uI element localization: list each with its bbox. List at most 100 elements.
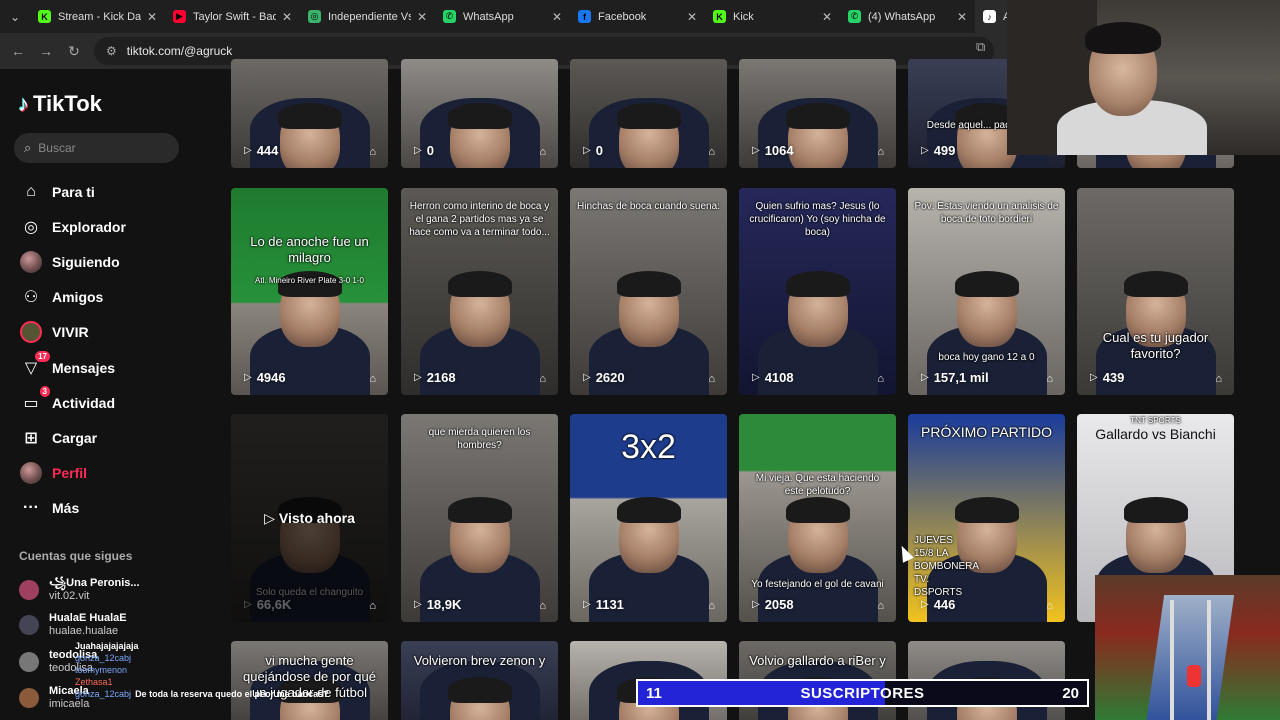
sidebar-item-cargar[interactable]: ⊞ Cargar bbox=[20, 425, 97, 451]
watched-overlay: ▷ Visto ahora bbox=[231, 414, 388, 622]
browser-tab[interactable]: ◎ Independiente Vs ✕ bbox=[300, 0, 435, 33]
following-account[interactable]: HualaE HualaE hualae.hualae bbox=[19, 612, 127, 638]
person-hair bbox=[785, 102, 850, 129]
install-app-icon[interactable]: ⧉ bbox=[976, 39, 985, 55]
browser-tab[interactable]: K Stream - Kick Das ✕ bbox=[30, 0, 165, 33]
video-card[interactable]: ▷ 0 ⌂ bbox=[570, 59, 727, 168]
video-caption: Lo de anoche fue un milagro bbox=[250, 234, 369, 265]
person-hair bbox=[1123, 270, 1188, 297]
play-icon: ▷ bbox=[1090, 372, 1098, 383]
avatar bbox=[20, 251, 42, 273]
close-tab-icon[interactable]: ✕ bbox=[282, 10, 292, 24]
video-card[interactable]: ▷ 444 ⌂ bbox=[231, 59, 388, 168]
close-tab-icon[interactable]: ✕ bbox=[147, 10, 157, 24]
pin-icon: ⌂ bbox=[539, 146, 546, 158]
sidebar-item-label: VIVIR bbox=[52, 324, 89, 340]
close-tab-icon[interactable]: ✕ bbox=[552, 10, 562, 24]
whatsapp-icon: ✆ bbox=[848, 10, 861, 23]
tab-search-chevron-icon[interactable]: ⌄ bbox=[0, 0, 30, 33]
play-icon: ▷ bbox=[921, 145, 929, 156]
video-card[interactable]: PRÓXIMO PARTIDO JUEVES 15/8 LA BOMBONERA … bbox=[908, 414, 1065, 622]
sidebar-item-actividad[interactable]: ▭ 3 Actividad bbox=[20, 386, 115, 416]
sidebar-item-mensajes[interactable]: ▽ 17 Mensajes bbox=[20, 351, 115, 381]
video-caption: Pov: Estas viendo un analisis de boca de… bbox=[914, 201, 1059, 225]
video-caption-secondary: boca hoy gano 12 a 0 bbox=[938, 352, 1035, 363]
video-caption: PRÓXIMO PARTIDO bbox=[921, 424, 1052, 440]
play-icon: ▷ bbox=[921, 599, 929, 610]
pin-icon: ⌂ bbox=[539, 373, 546, 385]
video-card[interactable]: Cual es tu jugador favorito? ▷ 439 ⌂ bbox=[1077, 188, 1234, 395]
sidebar-item-perfil[interactable]: Perfil bbox=[20, 460, 87, 486]
play-icon: ▷ bbox=[752, 145, 760, 156]
search-box[interactable]: ⌕ bbox=[14, 133, 179, 163]
pin-icon: ⌂ bbox=[1215, 373, 1222, 385]
video-card[interactable]: Herron como interino de boca y el gana 2… bbox=[401, 188, 558, 395]
view-count: ▷ 439 bbox=[1090, 370, 1124, 385]
video-card[interactable]: Hinchas de boca cuando suena: ▷ 2620 ⌂ bbox=[570, 188, 727, 395]
video-card[interactable]: Quien sufrio mas? Jesus (lo crucificaron… bbox=[739, 188, 896, 395]
sidebar-item-amigos[interactable]: ⚇ Amigos bbox=[20, 284, 104, 310]
play-icon: ▷ bbox=[414, 599, 422, 610]
back-arrow-icon[interactable]: ← bbox=[4, 43, 32, 59]
more-icon: ··· bbox=[23, 499, 39, 516]
browser-tab[interactable]: ▶ Taylor Swift - Bad ✕ bbox=[165, 0, 300, 33]
sidebar-item-ms[interactable]: ··· Más bbox=[20, 495, 79, 521]
activity-icon: ▭ 3 bbox=[20, 386, 50, 414]
close-tab-icon[interactable]: ✕ bbox=[417, 10, 427, 24]
video-card[interactable]: que mierda quieren los hombres? ▷ 18,9K ⌂ bbox=[401, 414, 558, 622]
video-card[interactable]: Lo de anoche fue un milagro Atl. Mineiro … bbox=[231, 188, 388, 395]
sidebar-item-explorador[interactable]: ◎ Explorador bbox=[20, 214, 126, 240]
view-count: ▷ 499 bbox=[921, 143, 955, 158]
person-hair bbox=[616, 102, 681, 129]
sidebar-item-vivir[interactable]: VIVIR bbox=[20, 319, 89, 345]
chat-message: Juahajajajajaja bbox=[75, 640, 335, 652]
chat-message: gonza_12cabj De toda la reserva quedo el … bbox=[75, 688, 335, 700]
browser-tab[interactable]: f Facebook ✕ bbox=[570, 0, 705, 33]
tiktok-logo[interactable]: ♪ TikTok bbox=[18, 91, 102, 117]
person-hair bbox=[616, 270, 681, 297]
avatar bbox=[19, 688, 39, 708]
subscriber-goal-label: SUSCRIPTORES bbox=[800, 684, 925, 702]
person-hair bbox=[447, 677, 512, 703]
browser-tab[interactable]: K Kick ✕ bbox=[705, 0, 840, 33]
reload-icon[interactable]: ↻ bbox=[60, 43, 88, 60]
browser-tab[interactable]: ✆ (4) WhatsApp ✕ bbox=[840, 0, 975, 33]
tab-title: Stream - Kick Das bbox=[58, 10, 141, 23]
chat-username: gonza_12cabj bbox=[75, 653, 132, 663]
search-input[interactable] bbox=[38, 141, 159, 155]
stream-chat-overlay: Juahajajajajaja gonza_12cabj toomymenon Zet… bbox=[75, 640, 335, 700]
person-hair bbox=[447, 102, 512, 129]
compass-icon: ◎ bbox=[24, 219, 38, 236]
video-caption: Mi vieja: Que esta haciendo este pelotud… bbox=[755, 473, 880, 497]
video-caption: Hinchas de boca cuando suena: bbox=[577, 201, 720, 212]
video-caption: que mierda quieren los hombres? bbox=[428, 427, 531, 451]
pin-icon: ⌂ bbox=[1046, 373, 1053, 385]
video-card[interactable]: Solo queda el changuito▷ Visto ahora▷66,… bbox=[231, 414, 388, 622]
sidebar-item-parati[interactable]: ⌂ Para ti bbox=[20, 179, 95, 205]
sidebar-item-siguiendo[interactable]: Siguiendo bbox=[20, 249, 120, 275]
following-account[interactable]: ꧁Una Peronis... vit.02.vit bbox=[19, 577, 140, 603]
play-icon: ▷ bbox=[244, 599, 252, 610]
video-card[interactable]: Volvieron brev zenon y bbox=[401, 641, 558, 720]
view-count: ▷ 444 bbox=[244, 143, 278, 158]
sidebar: ♪ TikTok ⌕ ⌂ Para ti ◎ Explorador Siguiendo ⚇… bbox=[0, 69, 215, 720]
view-count-value: 18,9K bbox=[426, 597, 462, 612]
close-tab-icon[interactable]: ✕ bbox=[957, 10, 967, 24]
video-card[interactable]: Pov: Estas viendo un analisis de boca de… bbox=[908, 188, 1065, 395]
video-card[interactable]: Mi vieja: Que esta haciendo este pelotud… bbox=[739, 414, 896, 622]
forward-arrow-icon[interactable]: → bbox=[32, 43, 60, 59]
watched-label: Visto ahora bbox=[278, 510, 355, 526]
search-icon: ⌕ bbox=[24, 140, 32, 155]
video-card[interactable]: ▷ 1064 ⌂ bbox=[739, 59, 896, 168]
video-card[interactable]: 3x2 ▷ 1131 ⌂ bbox=[570, 414, 727, 622]
video-card[interactable]: ▷ 0 ⌂ bbox=[401, 59, 558, 168]
view-count-value: 157,1 mil bbox=[933, 370, 989, 385]
close-tab-icon[interactable]: ✕ bbox=[822, 10, 832, 24]
close-tab-icon[interactable]: ✕ bbox=[687, 10, 697, 24]
pin-icon: ⌂ bbox=[539, 600, 546, 612]
profile-avatar-icon bbox=[20, 462, 42, 484]
browser-tab[interactable]: ✆ WhatsApp ✕ bbox=[435, 0, 570, 33]
account-names: ꧁Una Peronis... vit.02.vit bbox=[49, 577, 140, 603]
video-caption-secondary: Yo festejando el gol de cavani bbox=[751, 579, 884, 590]
site-settings-icon[interactable]: ⚙ bbox=[106, 44, 117, 58]
